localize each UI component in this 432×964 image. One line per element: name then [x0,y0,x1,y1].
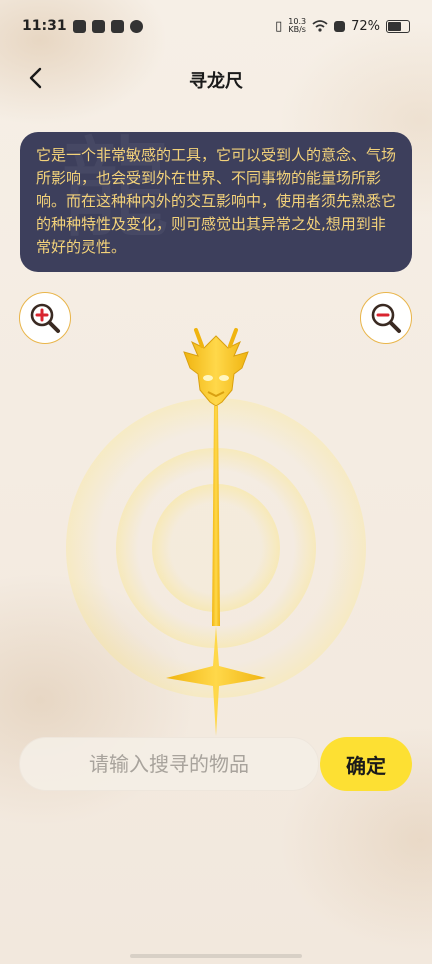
home-indicator [130,954,302,958]
zoom-in-icon [30,303,60,333]
dragon-rod [166,328,266,736]
status-right: ▯ 10.3 KB/s 72% [275,18,410,34]
battery-percent: 72% [351,18,380,34]
zoom-out-icon [371,303,401,333]
notification-icon [91,19,105,33]
net-speed-unit: KB/s [288,25,306,34]
search-input[interactable] [19,737,319,791]
header: 寻龙尺 [0,58,432,98]
notification-icon [110,19,124,33]
notification-icon [72,19,86,33]
confirm-button[interactable]: 确定 [320,737,412,791]
notification-icon [129,19,143,33]
dragon-head-icon [183,328,249,407]
status-bar: 11:31 ▯ 10.3 KB/s 72% [0,0,432,52]
wifi-icon [312,20,328,32]
description-text: 它是一个非常敏感的工具，它可以受到人的意念、气场所影响，也会受到外在世界、不同事… [36,146,397,256]
description-card: 龍 它是一个非常敏感的工具，它可以受到人的意念、气场所影响，也会受到外在世界、不… [20,132,412,272]
battery-icon [386,19,410,33]
vibrate-icon: ▯ [275,18,283,34]
network-speed: 10.3 KB/s [288,18,306,34]
status-time: 11:31 [22,18,67,34]
page-title: 寻龙尺 [189,71,243,92]
zoom-in-button[interactable] [19,292,71,344]
status-left: 11:31 [22,18,143,34]
zoom-out-button[interactable] [360,292,412,344]
sim-off-icon [334,20,346,32]
